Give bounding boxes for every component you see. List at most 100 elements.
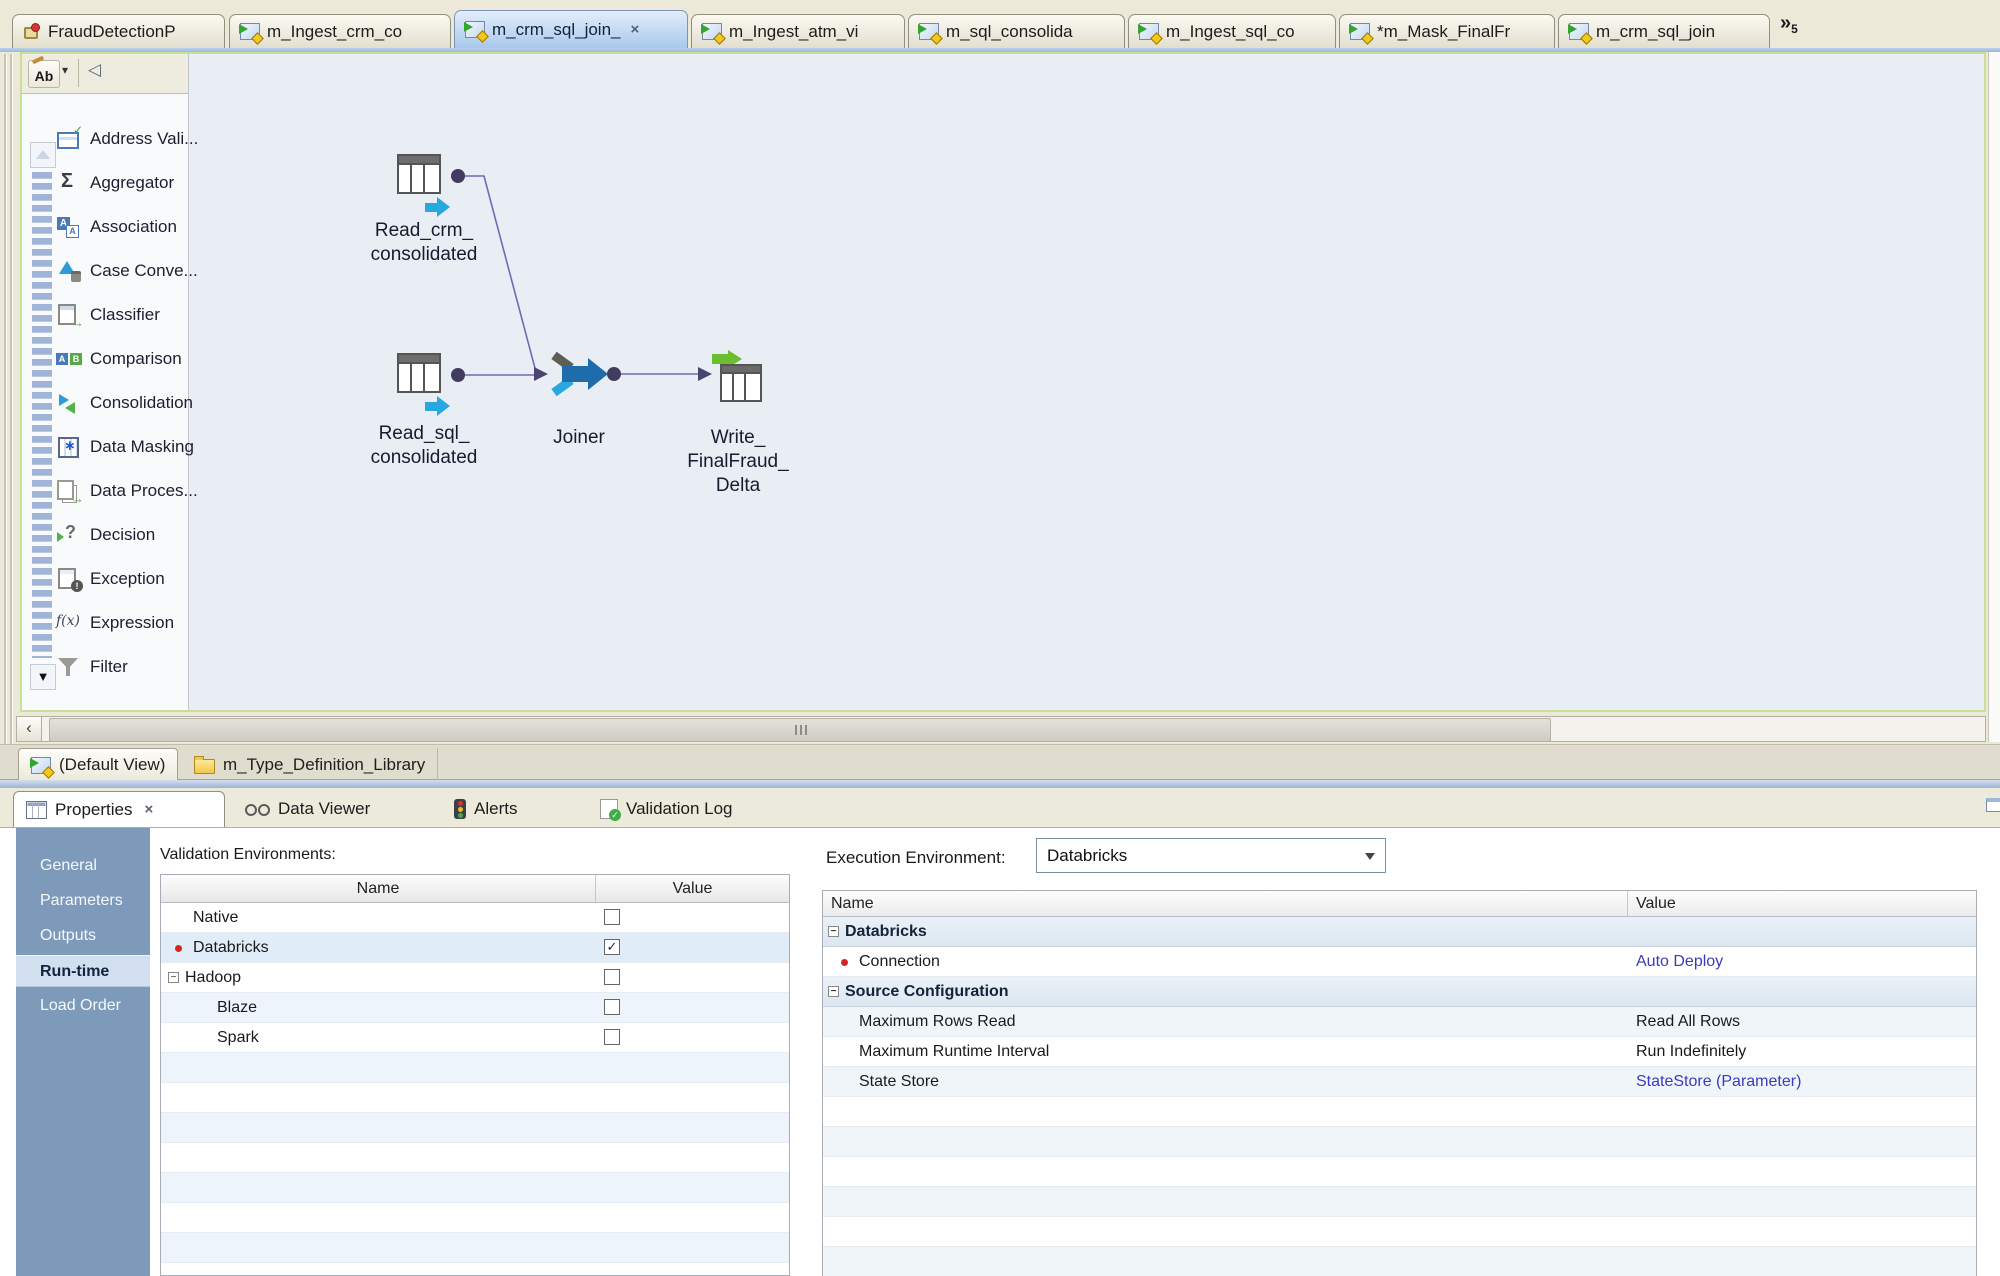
empty-row[interactable] (823, 1157, 1976, 1187)
panel-sash[interactable] (0, 780, 2000, 788)
scroll-left-button[interactable]: ‹ (17, 717, 42, 741)
collapse-toggle[interactable]: − (828, 986, 839, 997)
environment-checkbox[interactable]: ✓ (604, 939, 620, 955)
environment-checkbox[interactable] (604, 1029, 620, 1045)
empty-row[interactable] (161, 1143, 789, 1173)
collapse-toggle[interactable]: − (828, 926, 839, 937)
empty-row[interactable] (161, 1173, 789, 1203)
empty-row[interactable] (161, 1203, 789, 1233)
environment-checkbox[interactable] (604, 909, 620, 925)
property-row-databricks[interactable]: Databricks− (823, 917, 1976, 947)
palette-item[interactable]: Address Vali... (56, 124, 186, 154)
editor-tab[interactable]: *m_Mask_FinalFr (1339, 14, 1555, 48)
properties-tab[interactable]: Data Viewer (232, 791, 382, 827)
empty-row[interactable] (823, 1097, 1976, 1127)
properties-tab[interactable]: Properties × (13, 791, 225, 827)
node-read-crm-consolidated[interactable] (397, 154, 443, 198)
node-read-sql-consolidated[interactable] (397, 353, 443, 397)
validation-row-hadoop[interactable]: Hadoop− (161, 963, 789, 993)
empty-row[interactable] (161, 1263, 789, 1276)
empty-row[interactable] (161, 1083, 789, 1113)
palette-item[interactable]: Case Conve... (56, 256, 186, 286)
empty-row[interactable] (823, 1187, 1976, 1217)
property-row-maximum-rows-read[interactable]: Maximum Rows Read Read All Rows (823, 1007, 1976, 1037)
column-header-name[interactable]: Name (161, 875, 596, 902)
triangle-up-icon (36, 150, 50, 159)
editor-tab[interactable]: m_crm_sql_join_ × (454, 10, 688, 48)
properties-section-run-time[interactable]: Run-time (16, 955, 150, 987)
column-header-name[interactable]: Name (823, 891, 1628, 916)
palette-item[interactable]: Expression (56, 608, 186, 638)
empty-row[interactable] (823, 1247, 1976, 1276)
properties-section-general[interactable]: General (16, 850, 150, 882)
node-write-finalfraud-delta[interactable] (712, 350, 762, 402)
palette-scroll-up-button[interactable] (30, 142, 56, 168)
environment-checkbox[interactable] (604, 999, 620, 1015)
properties-tab[interactable]: Validation Log (588, 791, 745, 827)
editor-right-margin (1988, 52, 2000, 742)
target-table-icon (712, 350, 762, 402)
palette-item[interactable]: Aggregator (56, 168, 186, 198)
palette-item[interactable]: Filter (56, 652, 186, 682)
view-tab[interactable]: (Default View) (18, 748, 178, 781)
property-row-maximum-runtime-interval[interactable]: Maximum Runtime Interval Run Indefinitel… (823, 1037, 1976, 1067)
view-tab[interactable]: m_Type_Definition_Library (182, 748, 438, 781)
validation-row-spark[interactable]: Spark (161, 1023, 789, 1053)
validation-row-databricks[interactable]: Databricks ✓ (161, 933, 789, 963)
properties-section-load-order[interactable]: Load Order (16, 990, 150, 1022)
properties-tab[interactable]: Alerts (442, 791, 529, 827)
validation-row-blaze[interactable]: Blaze (161, 993, 789, 1023)
palette-scroll-strip[interactable]: ▼ (28, 102, 56, 702)
palette-collapse-button[interactable]: ◁ (88, 60, 101, 80)
palette-item[interactable]: Decision (56, 520, 186, 550)
palette-item[interactable]: Consolidation (56, 388, 186, 418)
editor-tab[interactable]: m_Ingest_atm_vi (691, 14, 905, 48)
empty-row[interactable] (161, 1113, 789, 1143)
folder-icon (194, 759, 215, 774)
properties-section-outputs[interactable]: Outputs (16, 920, 150, 952)
collapse-toggle[interactable]: − (168, 972, 179, 983)
property-row-state-store[interactable]: State Store StateStore (Parameter) (823, 1067, 1976, 1097)
scrollbar-thumb[interactable] (49, 718, 1551, 742)
palette-item[interactable]: Classifier (56, 300, 186, 330)
palette-item[interactable]: Data Masking (56, 432, 186, 462)
column-header-value[interactable]: Value (596, 875, 789, 902)
palette-item[interactable]: Exception (56, 564, 186, 594)
execution-environment-label: Execution Environment: (826, 848, 1006, 868)
validation-environments-table: Name Value Native Databricks ✓ Hadoop− B… (160, 874, 790, 1276)
node-joiner[interactable] (550, 350, 608, 398)
properties-tab-bar: Properties × Data Viewer Alerts Validati… (0, 788, 2000, 828)
editor-tab[interactable]: FraudDetectionP (12, 14, 225, 48)
editor-tab[interactable]: m_sql_consolida (908, 14, 1125, 48)
palette-item[interactable]: Data Proces... (56, 476, 186, 506)
expression-icon (56, 612, 82, 634)
property-row-connection[interactable]: Connection Auto Deploy (823, 947, 1976, 977)
close-view-button[interactable]: × (144, 801, 153, 818)
empty-row[interactable] (161, 1053, 789, 1083)
palette-text-tool-button[interactable]: Ab (28, 60, 60, 88)
restore-window-icon[interactable] (1986, 798, 2000, 812)
tab-overflow-button[interactable]: »5 (1780, 12, 1820, 42)
empty-row[interactable] (161, 1233, 789, 1263)
empty-row[interactable] (823, 1127, 1976, 1157)
validation-row-native[interactable]: Native (161, 903, 789, 933)
mapping-canvas[interactable]: Read_crm_consolidated Read_sql_consolida… (188, 54, 1984, 710)
palette-scroll-down-button[interactable]: ▼ (30, 664, 56, 690)
execution-environment-select[interactable]: Databricks (1036, 838, 1386, 873)
environment-checkbox[interactable] (604, 969, 620, 985)
transformation-palette: Ab ▾ ◁ ▼ Address Vali... Aggregator Asso… (22, 54, 189, 710)
palette-tool-dropdown-arrow-icon[interactable]: ▾ (62, 63, 68, 77)
editor-tab[interactable]: m_crm_sql_join (1558, 14, 1770, 48)
palette-item[interactable]: Comparison (56, 344, 186, 374)
palette-item[interactable]: Association (56, 212, 186, 242)
properties-section-parameters[interactable]: Parameters (16, 885, 150, 917)
alerts-traffic-light-icon (454, 799, 466, 819)
property-row-source-configuration[interactable]: Source Configuration− (823, 977, 1976, 1007)
column-header-value[interactable]: Value (1628, 891, 1976, 916)
editor-tab[interactable]: m_Ingest_crm_co (229, 14, 451, 48)
scrollbar-grip-icon (800, 725, 802, 735)
editor-tab[interactable]: m_Ingest_sql_co (1128, 14, 1336, 48)
close-tab-button[interactable]: × (631, 21, 640, 38)
canvas-horizontal-scrollbar[interactable]: ‹ (16, 716, 1986, 742)
empty-row[interactable] (823, 1217, 1976, 1247)
